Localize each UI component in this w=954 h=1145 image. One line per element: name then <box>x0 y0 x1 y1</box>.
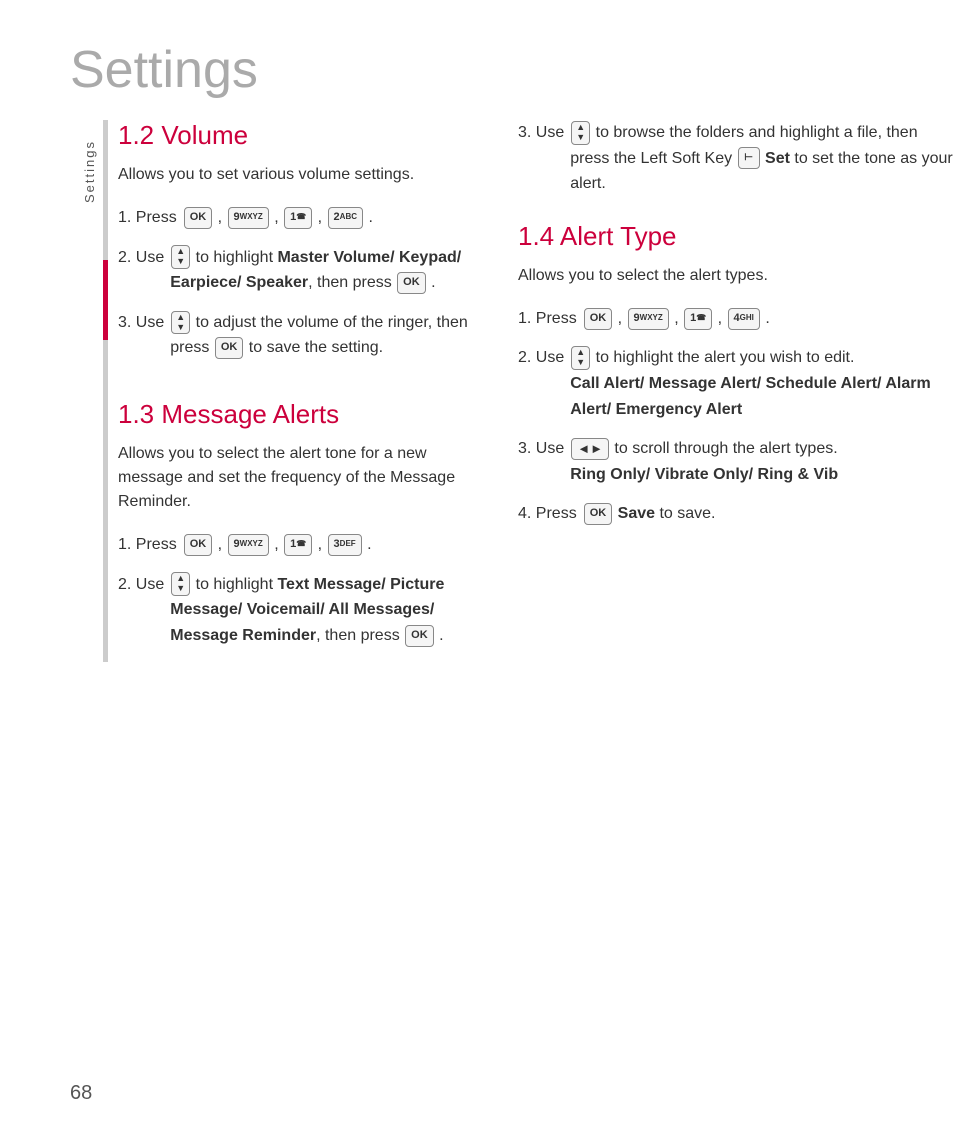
left-column: 1.2 Volume Allows you to set various vol… <box>118 120 508 662</box>
2-key: 2ABC <box>328 207 363 229</box>
9-key: 9WXYZ <box>228 207 269 229</box>
alert-step-3: 3. Use ◄► to scroll through the alert ty… <box>518 436 954 487</box>
sidebar: Settings <box>70 120 108 662</box>
1-key-3: 1☎ <box>684 308 712 330</box>
right-column: 3. Use ▲▼ to browse the folders and high… <box>508 120 954 662</box>
volume-title: 1.2 Volume <box>118 120 478 151</box>
sidebar-label: Settings <box>82 140 97 203</box>
ok-key-7: OK <box>584 503 613 525</box>
nav-updown-icon-4: ▲▼ <box>571 346 590 370</box>
9-key-2: 9WXYZ <box>228 534 269 556</box>
ok-key-5: OK <box>405 625 434 647</box>
sidebar-bar-highlight <box>103 260 108 340</box>
1-key-2: 1☎ <box>284 534 312 556</box>
volume-step-2: 2. Use ▲▼ to highlight Master Volume/ Ke… <box>118 245 478 296</box>
nav-updown-icon-2: ▲▼ <box>171 311 190 335</box>
alert-step-1: 1. Press OK , 9WXYZ , 1☎ , 4GHI . <box>518 306 954 332</box>
1-key: 1☎ <box>284 207 312 229</box>
sidebar-bar <box>103 120 108 662</box>
section-alert-type: 1.4 Alert Type Allows you to select the … <box>518 221 954 527</box>
9-key-3: 9WXYZ <box>628 308 669 330</box>
ok-key-2: OK <box>397 272 426 294</box>
section-volume: 1.2 Volume Allows you to set various vol… <box>118 120 478 361</box>
soft-key: ⊢ <box>738 147 760 169</box>
page-number: 68 <box>70 1082 92 1105</box>
ok-key-6: OK <box>584 308 613 330</box>
right-vol-step3: 3. Use ▲▼ to browse the folders and high… <box>518 120 954 197</box>
ok-key-3: OK <box>215 337 244 359</box>
nav-updown-icon-r: ▲▼ <box>571 121 590 145</box>
alert-type-title: 1.4 Alert Type <box>518 221 954 252</box>
nav-updown-icon-3: ▲▼ <box>171 572 190 596</box>
section-message-alerts: 1.3 Message Alerts Allows you to select … <box>118 399 478 648</box>
3-key: 3DEF <box>328 534 362 556</box>
alert-type-description: Allows you to select the alert types. <box>518 264 954 288</box>
alert-step-2: 2. Use ▲▼ to highlight the alert you wis… <box>518 345 954 422</box>
4-key: 4GHI <box>728 308 760 330</box>
ok-key: OK <box>184 207 213 229</box>
message-alerts-description: Allows you to select the alert tone for … <box>118 442 478 514</box>
volume-step-1: 1. Press OK , 9WXYZ , 1☎ , 2ABC . <box>118 205 478 231</box>
msg-step-1: 1. Press OK , 9WXYZ , 1☎ , 3DEF . <box>118 532 478 558</box>
volume-description: Allows you to set various volume setting… <box>118 163 478 187</box>
nav-lr-icon: ◄► <box>571 438 609 460</box>
page-title: Settings <box>0 0 954 120</box>
alert-step-4: 4. Press OK Save to save. <box>518 501 954 527</box>
msg-step-2: 2. Use ▲▼ to highlight Text Message/ Pic… <box>118 572 478 649</box>
message-alerts-title: 1.3 Message Alerts <box>118 399 478 430</box>
nav-updown-icon: ▲▼ <box>171 245 190 269</box>
volume-step-3: 3. Use ▲▼ to adjust the volume of the ri… <box>118 310 478 361</box>
ok-key-4: OK <box>184 534 213 556</box>
